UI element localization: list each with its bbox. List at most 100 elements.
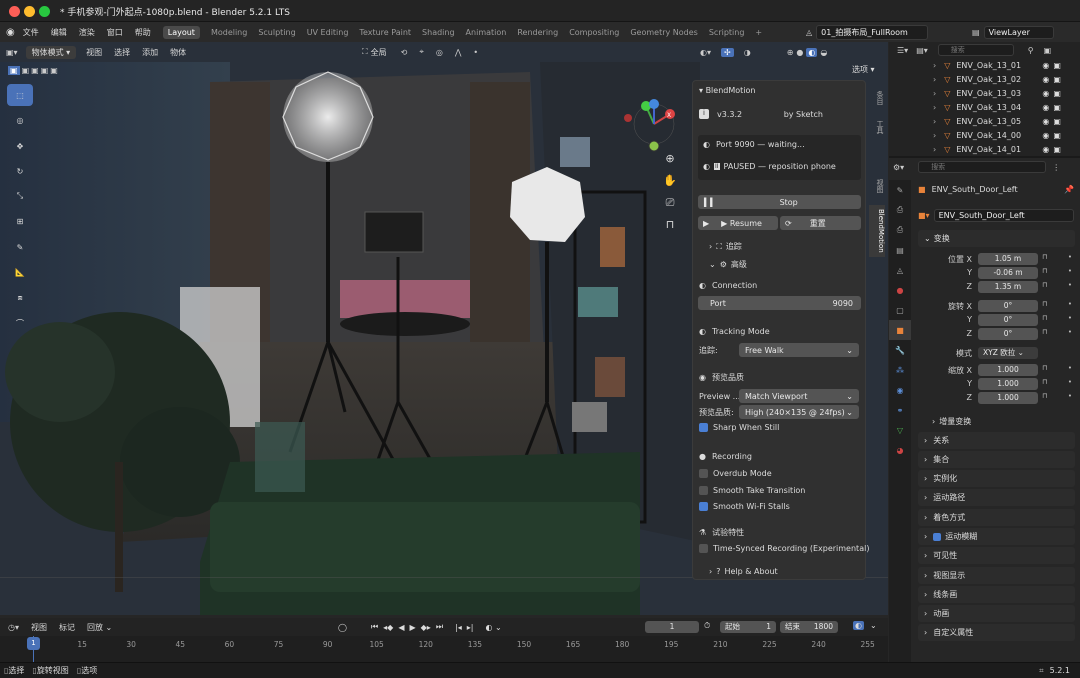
tracking-subpanel-header[interactable]: › ⛶ 追踪	[709, 241, 859, 252]
data-tab-icon[interactable]: ▽	[889, 420, 911, 440]
property-section-header[interactable]: › 集合	[918, 451, 1075, 468]
menu-window[interactable]: 窗口	[107, 27, 123, 38]
menu-render[interactable]: 渲染	[79, 27, 95, 38]
visibility-eye-icon[interactable]: ◉	[1042, 145, 1049, 154]
expand-arrow-icon[interactable]: ›	[933, 89, 936, 98]
render-camera-icon[interactable]: ▣	[1053, 131, 1061, 140]
prev-keyframe-icon[interactable]: ◂◆	[383, 623, 393, 632]
particles-tab-icon[interactable]: ⁂	[889, 360, 911, 380]
select-invert-icon[interactable]: ▣	[41, 66, 49, 75]
lock-icon[interactable]: ⊓	[1042, 281, 1047, 289]
view-layer-tab-icon[interactable]: ▤	[889, 240, 911, 260]
keyframe-dot-icon[interactable]: •	[1068, 281, 1072, 289]
preview-dropdown[interactable]: Match Viewport ⌄	[739, 389, 859, 403]
outliner-editor-icon[interactable]: ☰▾	[897, 46, 908, 55]
render-camera-icon[interactable]: ▣	[1053, 61, 1061, 70]
rendered-shading-icon[interactable]: ◒	[820, 48, 827, 57]
workspace-tab-sculpting[interactable]: Sculpting	[258, 28, 295, 37]
rotation-x-field[interactable]: 0°	[978, 300, 1038, 312]
pivot-icon[interactable]: ⟲	[401, 48, 408, 57]
cursor-tool-icon[interactable]: ◎	[7, 109, 33, 131]
select-new-icon[interactable]: ▣	[8, 65, 20, 75]
blendmotion-title-row[interactable]: ▾ BlendMotion	[699, 86, 859, 95]
rotation-z-field[interactable]: 0°	[978, 328, 1038, 340]
lock-icon[interactable]: ⊓	[1042, 378, 1047, 386]
timeline-menu-view[interactable]: 视图	[31, 622, 47, 633]
overdub-mode-checkbox[interactable]: Overdub Mode	[699, 469, 859, 478]
property-section-header[interactable]: › 动画	[918, 605, 1075, 622]
outliner-row[interactable]: › ▽ ENV_Oak_14_00 ◉ ▣	[889, 128, 1080, 142]
properties-editor-icon[interactable]: ⚙▾	[893, 163, 904, 172]
reset-button[interactable]: ⟳ 重置	[780, 216, 861, 230]
prev-marker-icon[interactable]: |◂	[455, 623, 462, 632]
track-dropdown[interactable]: Free Walk ⌄	[739, 343, 859, 357]
render-camera-icon[interactable]: ▣	[1053, 89, 1061, 98]
output-tab-icon[interactable]: ⎙	[889, 220, 911, 240]
collection-tab-icon[interactable]: ▢	[889, 300, 911, 320]
expand-arrow-icon[interactable]: ›	[933, 117, 936, 126]
world-tab-icon[interactable]: ●	[889, 280, 911, 300]
filter-icon[interactable]: ▤▾	[916, 46, 928, 55]
workspace-tab-modeling[interactable]: Modeling	[211, 28, 247, 37]
add-workspace-icon[interactable]: +	[755, 28, 762, 37]
lock-icon[interactable]: ⊓	[1042, 267, 1047, 275]
play-reverse-icon[interactable]: ◀	[398, 623, 404, 632]
render-camera-icon[interactable]: ▣	[1053, 117, 1061, 126]
keyframe-dot-icon[interactable]: •	[1068, 267, 1072, 275]
measure-tool-icon[interactable]: 📐	[7, 261, 33, 283]
select-intersect-icon[interactable]: ▣	[50, 66, 58, 75]
timeline-menu-playback[interactable]: 回放 ⌄	[87, 622, 112, 633]
workspace-tab-shading[interactable]: Shading	[422, 28, 455, 37]
editor-type-icon[interactable]: ▣▾	[6, 48, 18, 57]
outliner-row[interactable]: › ▽ ENV_Oak_13_05 ◉ ▣	[889, 114, 1080, 128]
render-camera-icon[interactable]: ▣	[1053, 103, 1061, 112]
sharp-when-still-checkbox[interactable]: Sharp When Still	[699, 423, 859, 432]
workspace-tab-compositing[interactable]: Compositing	[569, 28, 619, 37]
property-section-header[interactable]: › 关系	[918, 432, 1075, 449]
location-z-field[interactable]: 1.35 m	[978, 281, 1038, 293]
workspace-tab-animation[interactable]: Animation	[466, 28, 507, 37]
rotation-y-field[interactable]: 0°	[978, 314, 1038, 326]
view-layer-selector[interactable]: ▤ ViewLayer	[972, 25, 1054, 39]
viewport-menu-view[interactable]: 视图	[86, 47, 102, 58]
expand-arrow-icon[interactable]: ›	[933, 103, 936, 112]
visibility-icon[interactable]: ◐▾	[700, 48, 711, 57]
timeline-view-icon[interactable]: ◐	[853, 621, 864, 630]
object-tab-icon[interactable]: ■	[889, 320, 911, 340]
render-camera-icon[interactable]: ▣	[1053, 145, 1061, 154]
scene-tab-icon[interactable]: ◬	[889, 260, 911, 280]
select-extend-icon[interactable]: ▣	[22, 66, 30, 75]
expand-arrow-icon[interactable]: ›	[933, 145, 936, 154]
quality-dropdown[interactable]: High (240×135 @ 24fps) ⌄	[739, 405, 859, 419]
port-field[interactable]: Port 9090	[698, 296, 861, 310]
next-keyframe-icon[interactable]: ◆▸	[421, 623, 431, 632]
sidebar-tab-blendmotion[interactable]: BlendMotion	[869, 205, 885, 257]
help-about-header[interactable]: › ? Help & About	[709, 567, 859, 576]
outliner-row[interactable]: › ▽ ENV_Oak_13_04 ◉ ▣	[889, 100, 1080, 114]
add-cube-tool-icon[interactable]: ⧈	[7, 287, 33, 309]
fill-icon[interactable]: ⋀	[455, 48, 462, 57]
material-shading-icon[interactable]: ◐	[806, 47, 818, 57]
resume-button[interactable]: ▶ ▶ Resume	[698, 216, 778, 230]
property-section-header[interactable]: › 可见性	[918, 547, 1075, 564]
play-icon[interactable]: ▶	[409, 623, 415, 632]
gizmo-icon[interactable]: ✢	[721, 47, 734, 57]
scale-z-field[interactable]: 1.000	[978, 392, 1038, 404]
next-marker-icon[interactable]: ▸|	[467, 623, 474, 632]
outliner-search-input[interactable]: 搜索	[937, 44, 1014, 56]
lock-icon[interactable]: ⊓	[1042, 300, 1047, 308]
transform-orientation-selector[interactable]: 全局	[371, 47, 387, 58]
outliner-row[interactable]: › ▽ ENV_Oak_13_03 ◉ ▣	[889, 86, 1080, 100]
timeline-menu-marker[interactable]: 标记	[59, 622, 75, 633]
menu-help[interactable]: 帮助	[135, 27, 151, 38]
timeline-editor-icon[interactable]: ◷▾	[8, 623, 19, 632]
time-synced-recording-checkbox[interactable]: Time-Synced Recording (Experimental)	[699, 544, 869, 553]
viewport-menu-object[interactable]: 物体	[170, 47, 186, 58]
smooth-take-transition-checkbox[interactable]: Smooth Take Transition	[699, 486, 859, 495]
visibility-eye-icon[interactable]: ◉	[1042, 61, 1049, 70]
rotation-mode-dropdown[interactable]: XYZ 欧拉 ⌄	[978, 347, 1038, 359]
constraints-tab-icon[interactable]: ⚭	[889, 400, 911, 420]
lock-icon[interactable]: ⊓	[1042, 314, 1047, 322]
extra-tool-icon[interactable]: ⌒	[7, 312, 33, 334]
keyframe-dot-icon[interactable]: •	[1068, 300, 1072, 308]
